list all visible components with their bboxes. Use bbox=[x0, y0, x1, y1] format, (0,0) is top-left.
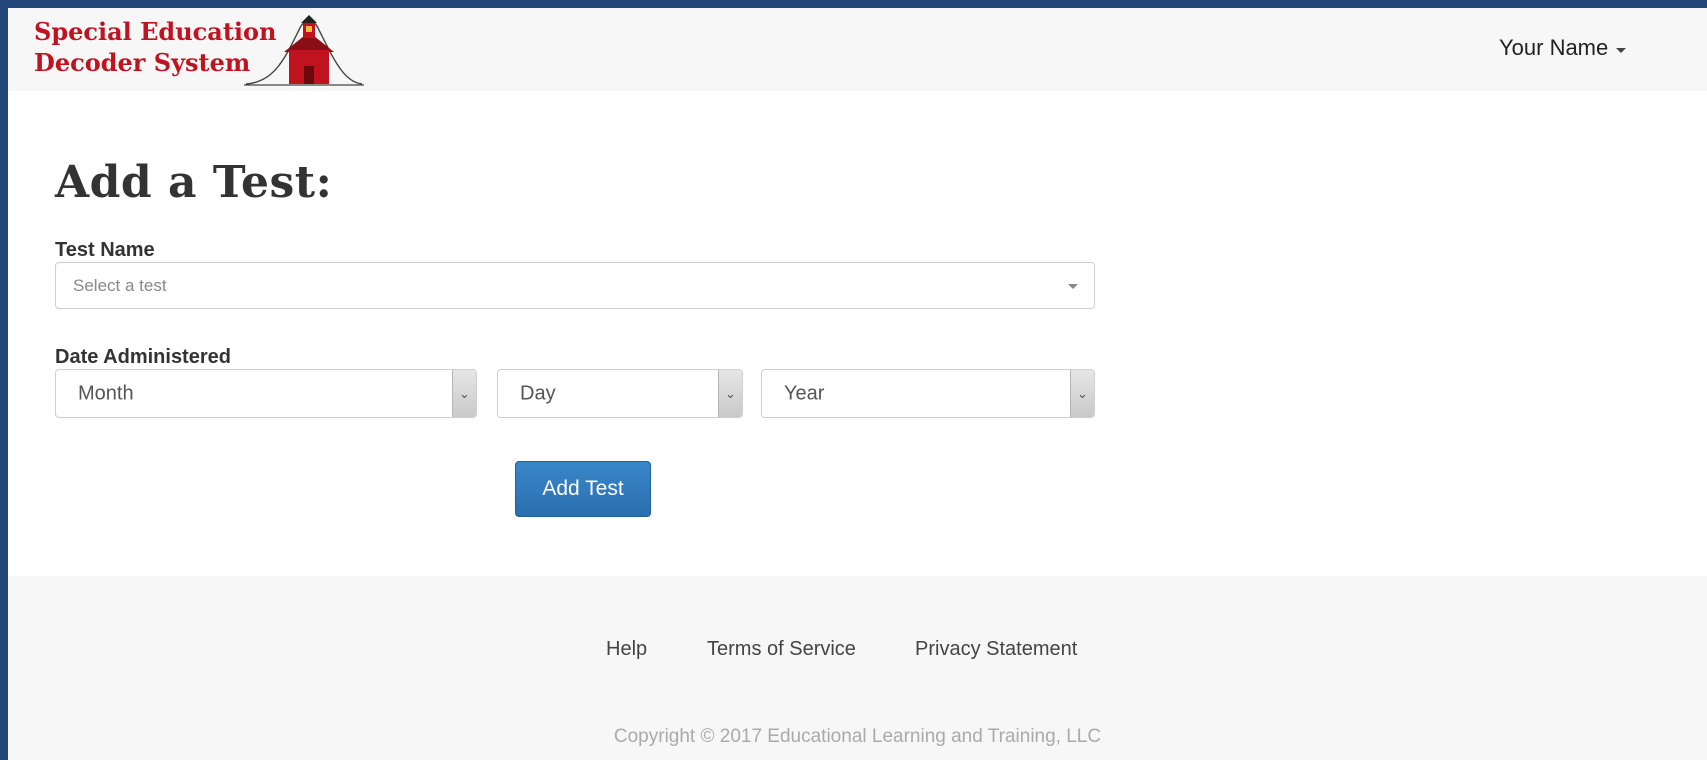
main-content: Add a Test: Test Name Select a test Date… bbox=[8, 91, 1707, 576]
footer-links: Help Terms of Service Privacy Statement bbox=[8, 638, 1707, 666]
day-select[interactable]: Day ⌄ bbox=[497, 369, 743, 418]
test-name-select[interactable]: Select a test bbox=[55, 262, 1095, 309]
chevron-down-icon: ⌄ bbox=[718, 370, 742, 417]
chevron-down-icon: ⌄ bbox=[1070, 370, 1094, 417]
footer-link-privacy[interactable]: Privacy Statement bbox=[915, 638, 1077, 661]
footer-link-help[interactable]: Help bbox=[606, 638, 647, 661]
page-footer: Help Terms of Service Privacy Statement … bbox=[8, 576, 1707, 760]
caret-down-icon bbox=[1616, 47, 1627, 53]
year-select[interactable]: Year ⌄ bbox=[761, 369, 1095, 418]
footer-link-terms[interactable]: Terms of Service bbox=[707, 638, 856, 661]
user-menu-dropdown[interactable]: Your Name bbox=[1499, 30, 1627, 66]
test-name-placeholder: Select a test bbox=[73, 275, 167, 295]
date-administered-label: Date Administered bbox=[55, 346, 231, 368]
brand-logo-text[interactable]: Special Education Decoder System bbox=[34, 16, 276, 78]
top-navbar: Special Education Decoder System Your Na… bbox=[8, 8, 1707, 91]
day-select-value: Day bbox=[520, 382, 556, 404]
user-name-label: Your Name bbox=[1499, 35, 1609, 60]
add-test-button[interactable]: Add Test bbox=[515, 461, 651, 517]
brand-line-1: Special Education bbox=[34, 17, 277, 46]
test-name-label: Test Name bbox=[55, 239, 155, 261]
brand-line-2: Decoder System bbox=[34, 48, 251, 77]
chevron-down-icon: ⌄ bbox=[452, 370, 476, 417]
page-title: Add a Test: bbox=[55, 157, 333, 208]
app-window: Special Education Decoder System Your Na… bbox=[8, 8, 1707, 760]
month-select-value: Month bbox=[78, 382, 134, 404]
month-select[interactable]: Month ⌄ bbox=[55, 369, 477, 418]
copyright-text: Copyright © 2017 Educational Learning an… bbox=[613, 726, 1102, 747]
year-select-value: Year bbox=[784, 382, 825, 404]
schoolhouse-bell-curve-icon bbox=[244, 15, 364, 86]
dropdown-arrow-icon bbox=[1068, 283, 1078, 289]
